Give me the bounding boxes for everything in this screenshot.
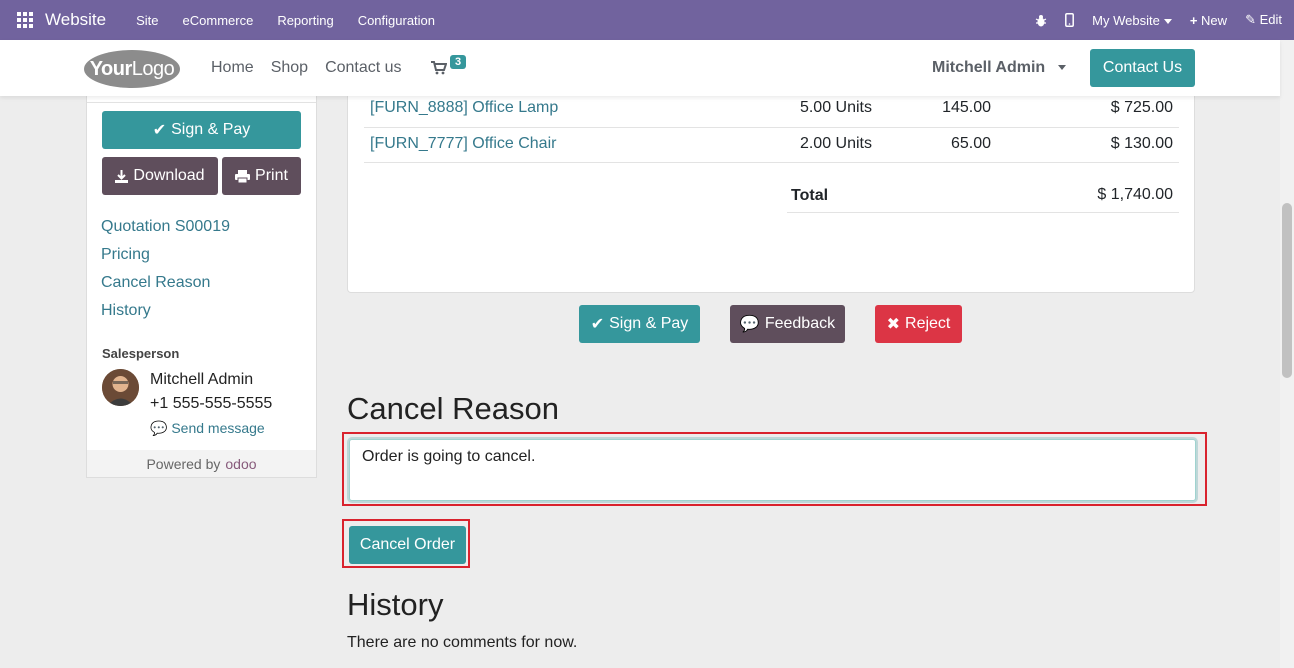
admin-topbar: Website Site eCommerce Reporting Configu… bbox=[0, 0, 1294, 40]
history-empty-text: There are no comments for now. bbox=[347, 634, 578, 651]
close-icon: ✖ bbox=[886, 316, 901, 333]
print-label: Print bbox=[255, 167, 288, 184]
send-message-label: Send message bbox=[171, 420, 265, 436]
menu-site[interactable]: Site bbox=[136, 13, 158, 28]
menu-configuration[interactable]: Configuration bbox=[358, 13, 435, 28]
cart-icon bbox=[431, 61, 447, 75]
line-subtotal: $ 130.00 bbox=[1110, 135, 1173, 152]
total-label: Total bbox=[791, 187, 829, 204]
sidebar-sign-pay-button[interactable]: ✔ Sign & Pay bbox=[102, 111, 301, 149]
download-button[interactable]: Download bbox=[102, 157, 218, 195]
sidebar-link-cancel-reason[interactable]: Cancel Reason bbox=[101, 274, 230, 302]
cart-count-badge: 3 bbox=[450, 55, 467, 69]
chevron-down-icon bbox=[1163, 18, 1172, 24]
line-unit-price: 65.00 bbox=[950, 135, 991, 152]
total-value: $ 1,740.00 bbox=[1097, 186, 1173, 203]
sidebar-link-quotation[interactable]: Quotation S00019 bbox=[101, 218, 230, 246]
scrollbar-thumb[interactable] bbox=[1282, 203, 1292, 378]
line-quantity: 2.00 Units bbox=[799, 135, 872, 152]
line-unit-price: 145.00 bbox=[942, 99, 991, 116]
contact-us-button[interactable]: Contact Us bbox=[1090, 49, 1195, 87]
my-website-label: My Website bbox=[1092, 12, 1160, 28]
new-button[interactable]: + New bbox=[1190, 13, 1227, 28]
menu-reporting[interactable]: Reporting bbox=[277, 13, 333, 28]
nav-contact-us[interactable]: Contact us bbox=[325, 59, 401, 77]
feedback-button[interactable]: 💬 Feedback bbox=[730, 305, 845, 343]
app-name[interactable]: Website bbox=[45, 10, 106, 30]
salesperson-phone: +1 555-555-5555 bbox=[150, 395, 273, 412]
cancel-reason-input[interactable]: Order is going to cancel. bbox=[349, 439, 1196, 501]
mobile-preview-icon[interactable] bbox=[1065, 13, 1075, 27]
apps-grid-icon[interactable] bbox=[17, 12, 33, 28]
check-icon: ✔ bbox=[590, 316, 605, 333]
plus-icon: + bbox=[1189, 12, 1198, 28]
cancel-order-button[interactable]: Cancel Order bbox=[349, 526, 466, 564]
total-row: Total $ 1,740.00 bbox=[787, 177, 1179, 213]
odoo-logo[interactable]: odoo bbox=[225, 456, 256, 472]
bug-icon[interactable] bbox=[1035, 14, 1047, 27]
salesperson-avatar bbox=[102, 369, 139, 406]
comment-icon: 💬 bbox=[739, 316, 760, 333]
site-logo[interactable]: Your Logo bbox=[84, 50, 180, 88]
user-menu[interactable]: Mitchell Admin bbox=[932, 59, 1066, 77]
sign-pay-label: Sign & Pay bbox=[609, 315, 689, 332]
print-button[interactable]: Print bbox=[222, 157, 301, 195]
send-message-link[interactable]: 💬 Send message bbox=[150, 420, 265, 437]
line-product[interactable]: [FURN_8888] Office Lamp bbox=[370, 99, 558, 117]
page-scrollbar[interactable] bbox=[1280, 40, 1294, 668]
download-label: Download bbox=[133, 167, 205, 184]
feedback-label: Feedback bbox=[764, 315, 836, 332]
table-row: [FURN_7777] Office Chair 2.00 Units 65.0… bbox=[364, 128, 1179, 163]
website-header: Your Logo Home Shop Contact us 3 Mitchell… bbox=[0, 40, 1280, 96]
check-icon: ✔ bbox=[152, 122, 167, 139]
powered-by-label: Powered by bbox=[146, 455, 221, 472]
cart-link[interactable]: 3 bbox=[431, 55, 471, 82]
comment-icon: 💬 bbox=[150, 420, 168, 436]
print-icon bbox=[235, 169, 251, 183]
main-nav: Home Shop Contact us bbox=[211, 59, 419, 77]
sidebar-link-history[interactable]: History bbox=[101, 302, 230, 330]
line-product[interactable]: [FURN_7777] Office Chair bbox=[370, 135, 556, 153]
quotation-sidebar: ✔ Sign & Pay Download Print Quotation S00… bbox=[86, 96, 317, 478]
reject-label: Reject bbox=[905, 315, 951, 332]
menu-ecommerce[interactable]: eCommerce bbox=[183, 13, 254, 28]
cancel-reason-title: Cancel Reason bbox=[347, 391, 559, 426]
table-row: [FURN_8888] Office Lamp 5.00 Units 145.0… bbox=[364, 95, 1179, 128]
edit-button[interactable]: ✎ Edit bbox=[1245, 12, 1282, 28]
download-icon bbox=[115, 169, 129, 183]
sidebar-nav: Quotation S00019 Pricing Cancel Reason H… bbox=[101, 218, 230, 330]
nav-shop[interactable]: Shop bbox=[271, 59, 308, 77]
sign-pay-label: Sign & Pay bbox=[171, 121, 251, 138]
cancel-reason-highlight: Order is going to cancel. bbox=[342, 432, 1207, 506]
powered-by-footer: Powered by odoo bbox=[87, 450, 316, 477]
new-label: New bbox=[1201, 12, 1228, 28]
reject-button[interactable]: ✖ Reject bbox=[875, 305, 962, 343]
salesperson-title: Salesperson bbox=[102, 346, 180, 361]
nav-home[interactable]: Home bbox=[211, 59, 254, 77]
chevron-down-icon bbox=[1057, 65, 1066, 71]
my-website-dropdown[interactable]: My Website bbox=[1092, 13, 1172, 28]
user-name: Mitchell Admin bbox=[932, 59, 1046, 76]
edit-label: Edit bbox=[1259, 12, 1282, 27]
cancel-order-highlight: Cancel Order bbox=[342, 519, 470, 568]
pencil-icon: ✎ bbox=[1245, 12, 1256, 27]
line-subtotal: $ 725.00 bbox=[1110, 99, 1173, 116]
sidebar-link-pricing[interactable]: Pricing bbox=[101, 246, 230, 274]
line-quantity: 5.00 Units bbox=[799, 99, 872, 116]
sign-pay-button[interactable]: ✔ Sign & Pay bbox=[579, 305, 700, 343]
divider bbox=[87, 102, 316, 103]
history-title: History bbox=[347, 587, 444, 622]
salesperson-name: Mitchell Admin bbox=[150, 371, 254, 388]
